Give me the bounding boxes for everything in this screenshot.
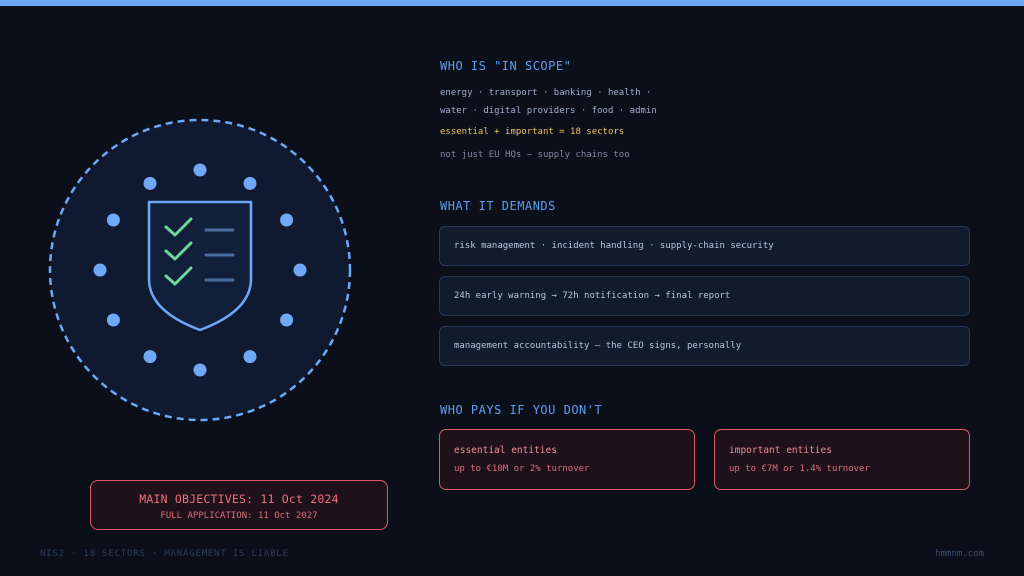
scope-note: not just EU HQs — supply chains too (440, 150, 630, 160)
top-accent-bar (0, 0, 1024, 6)
footer-tagline: NIS2 · 18 SECTORS · MANAGEMENT IS LIABLE (40, 549, 289, 559)
scope-sectors-line-1: energy · transport · banking · health · (440, 88, 652, 98)
star-dot (106, 213, 120, 227)
star-dot (106, 313, 120, 327)
star-dot (193, 363, 207, 377)
essential-entities-fine: up to €10M or 2% turnover (454, 464, 590, 474)
star-dot (243, 350, 257, 364)
shield-emblem (48, 118, 352, 422)
footer-site-link[interactable]: hmmnm.com (935, 549, 984, 559)
star-dot (193, 163, 207, 177)
demand-card: risk management · incident handling · su… (439, 226, 970, 266)
star-dot (243, 176, 257, 190)
demands-title: WHAT IT DEMANDS (440, 199, 556, 213)
demand-text: risk management · incident handling · su… (454, 241, 774, 251)
main-objectives-date: MAIN OBJECTIVES: 11 Oct 2024 (139, 492, 339, 506)
important-entities-card: important entities up to €7M or 1.4% tur… (714, 429, 970, 490)
full-application-date: FULL APPLICATION: 11 Oct 2027 (160, 511, 318, 521)
demand-card: 24h early warning → 72h notification → f… (439, 276, 970, 316)
star-dot (143, 176, 157, 190)
demand-text: management accountability — the CEO sign… (454, 341, 742, 351)
essential-entities-card: essential entities up to €10M or 2% turn… (439, 429, 695, 490)
demand-text: 24h early warning → 72h notification → f… (454, 291, 731, 301)
star-dot (293, 263, 307, 277)
scope-sectors-line-2: water · digital providers · food · admin (440, 106, 657, 116)
scope-highlight: essential + important = 18 sectors (440, 127, 625, 137)
star-dot (93, 263, 107, 277)
shield-checklist-icon (147, 200, 253, 332)
star-dot (280, 213, 294, 227)
penalties-title: WHO PAYS IF YOU DON'T (440, 403, 603, 417)
important-entities-fine: up to €7M or 1.4% turnover (729, 464, 870, 474)
essential-entities-label: essential entities (454, 445, 557, 456)
demand-card: management accountability — the CEO sign… (439, 326, 970, 366)
important-entities-label: important entities (729, 445, 832, 456)
scope-title: WHO IS "IN SCOPE" (440, 59, 572, 73)
star-dot (280, 313, 294, 327)
star-dot (143, 350, 157, 364)
deadline-box: MAIN OBJECTIVES: 11 Oct 2024 FULL APPLIC… (90, 480, 388, 530)
